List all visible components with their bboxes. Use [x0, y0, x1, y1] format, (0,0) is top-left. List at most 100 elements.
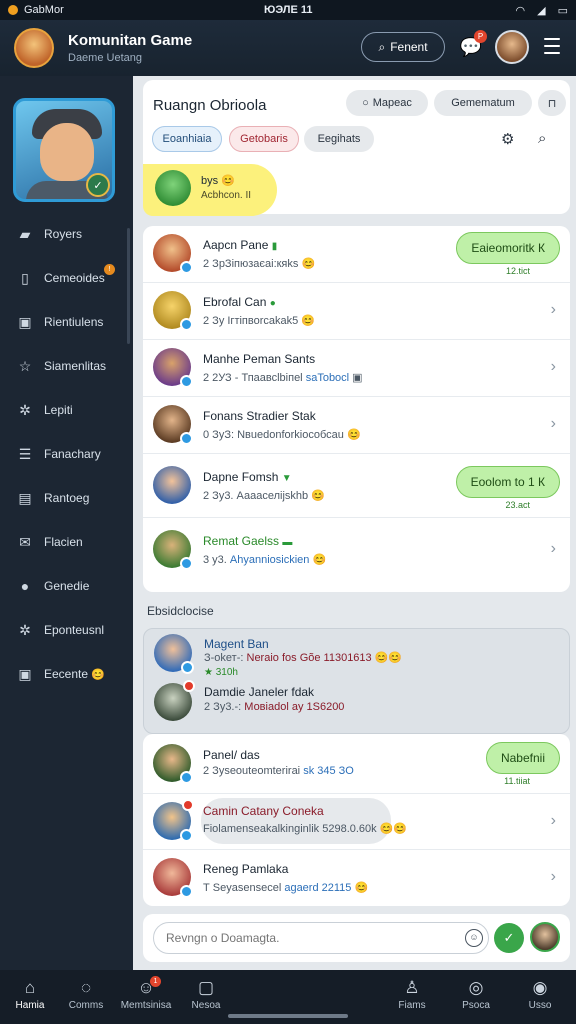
hamburger-menu-icon[interactable] [544, 38, 560, 54]
nav-psoca[interactable]: ◎ Psoca [446, 978, 506, 1011]
sidebar-item-label: Fanachary [44, 447, 101, 461]
home-indicator[interactable] [228, 1014, 348, 1018]
chat-row[interactable]: Remat Gaelss ▬ 3 у3. Ahyanniosickien 😊 › [143, 518, 570, 582]
chevron-right-icon: › [550, 301, 556, 318]
message-bubble[interactable]: Nabefnii [485, 742, 560, 774]
chat-row[interactable]: Reneg Pamlaka Т Seyasensecel agaerd 2211… [143, 850, 570, 906]
search-button[interactable]: ⌕ Fenent [361, 32, 445, 62]
group-messages: Magent Ban З-оkет-: Neraio fos Gõe 11301… [143, 628, 570, 734]
tab-eoanhiaia[interactable]: Eoanhiaia [152, 126, 222, 152]
chat-name: Damdie Janeler fdak [204, 685, 315, 699]
chevron-right-icon: › [550, 868, 556, 885]
image-icon: ▣ [18, 313, 32, 330]
my-avatar[interactable] [530, 922, 560, 952]
chat-name: Panel/ das [203, 748, 260, 762]
sidebar-item-lepiti[interactable]: ✲ Lepiti [0, 388, 133, 432]
nav-usso[interactable]: ◉ Usso [510, 978, 570, 1011]
chat-preview: 2 2УЗ - Тпаавсlbіпеl saTobocl ▣ [203, 372, 363, 384]
room-title: Ruangn Obrioola [153, 97, 267, 114]
chat-list-2: Panel/ das 2 Зуѕеоuteomteriraі sk 345 ЗО… [143, 734, 570, 906]
chat-preview: 2 Зу3.-: Мовіаdol аy 1Ѕ6200 [204, 701, 345, 713]
tab-getobaris[interactable]: Getobaris [229, 126, 299, 152]
group-row[interactable]: Damdie Janeler fdak 2 Зу3.-: Мовіаdol аy… [144, 679, 569, 729]
rank-badge-icon: ✓ [86, 173, 110, 197]
chat-row[interactable]: Dapne Fomsh ▼ 2 Зу3. Ааааселіjskhb 😊 Eoo… [143, 454, 570, 518]
profile-card[interactable]: ✓ [13, 98, 115, 202]
nav-label: Memtsinisa [120, 1000, 172, 1011]
sidebar-item-royers[interactable]: ▰ Royers [0, 212, 133, 256]
notifications-button[interactable]: 💬 P [458, 30, 487, 60]
bookmark-button[interactable]: ⊓ [538, 90, 566, 116]
mapeac-chip[interactable]: ○ Mapeac [346, 90, 428, 116]
settings-icon: ✲ [19, 621, 31, 638]
phone-icon: ▯ [21, 269, 29, 286]
chevron-right-icon: › [550, 540, 556, 557]
avatar [154, 680, 195, 721]
gamemarum-chip[interactable]: Gemematum [434, 90, 532, 116]
sidebar-item-eecente[interactable]: ▣ Eecente 😊 [0, 652, 133, 696]
chat-preview: 2 ЗрЗіпюзаєаі:кяks 😊 [203, 258, 316, 270]
settings-icon[interactable]: ⚙ [501, 130, 514, 148]
message-input[interactable] [153, 922, 489, 954]
message-time: 23.act [505, 500, 530, 510]
chat-name: Camin Catany Coneka [203, 804, 324, 818]
chat-name: Fonans Stradier Stak [203, 409, 316, 423]
square-icon: ▢ [197, 978, 215, 997]
chat-row[interactable]: Ebrofal Can ● 2 Зу Ігтіпвоrcakak5 😊 › [143, 283, 570, 340]
settings-icon: ◉ [532, 978, 548, 997]
chat-name: Ebrofal Can ● [203, 295, 276, 309]
chat-name: Magent Ban [204, 637, 269, 651]
sidebar-item-label: Eecente [44, 667, 89, 681]
nav-home[interactable]: ⌂ Hamia [0, 978, 60, 1011]
chat-row[interactable]: Fonans Stradier Stak 0 ЗуЗ: Nвuedonforki… [143, 397, 570, 454]
emoji-icon[interactable]: ☺ [465, 929, 483, 947]
sidebar-item-fanachary[interactable]: ☰ Fanachary [0, 432, 133, 476]
chat-preview: 3 у3. Ahyanniosickien 😊 [203, 554, 327, 566]
chat-row[interactable]: Panel/ das 2 Зуѕеоuteomteriraі sk 345 ЗО… [143, 734, 570, 794]
nav-members[interactable]: ☺ 1 Memtsinisa [116, 976, 176, 1011]
nav-nesoa[interactable]: ▢ Nesoa [176, 978, 236, 1011]
app-logo-avatar[interactable] [14, 28, 54, 68]
group-row[interactable]: Magent Ban З-оkет-: Neraio fos Gõe 11301… [144, 629, 569, 679]
search-button-label: Fenent [390, 40, 428, 54]
message-bubble[interactable]: Eoolom to 1 К [455, 466, 560, 498]
nav-label: Hamia [15, 1000, 45, 1011]
sidebar-item-rientiulens[interactable]: ▣ Rientiulens [0, 300, 133, 344]
sidebar-item-rantoeg[interactable]: ▤ Rantoeg [0, 476, 133, 520]
compass-icon: ◎ [468, 978, 484, 997]
sidebar-item-cemeoides[interactable]: ▯ Cemeoides! [0, 256, 133, 300]
tab-eegihats[interactable]: Eegihats [304, 126, 374, 152]
main-panel: Ruangn Obrioola ○ Mapeac Gemematum ⊓ Eoa… [133, 76, 576, 970]
chat-preview: З-оkет-: Neraio fos Gõe 11301613 😊😊 [204, 652, 403, 664]
sidebar-item-eponteusnl[interactable]: ✲ Eponteusnl [0, 608, 133, 652]
mail-icon: ✉ [19, 533, 31, 550]
avatar [154, 634, 194, 674]
user-avatar[interactable] [495, 30, 529, 64]
send-button[interactable]: ✓ [494, 923, 524, 953]
message-bubble[interactable]: Eaieomoritk К [456, 232, 560, 264]
mapeac-chip-label: Mapeac [372, 97, 412, 109]
sidebar-item-label: Rientiulens [44, 315, 104, 329]
nav-label: Comms [68, 1000, 104, 1011]
chat-preview: Т Seyasensecel agaerd 22115 😊 [203, 882, 369, 894]
nav-comms[interactable]: ◌ Comms [56, 978, 116, 1011]
nav-fiams[interactable]: ♙ Fiams [382, 978, 442, 1011]
chat-row[interactable]: Aapcn Pane ▮ 2 ЗрЗіпюзаєаі:кяks 😊 Eaieom… [143, 226, 570, 283]
message-composer: ☺ ✓ [143, 914, 570, 962]
wifi-icon: ◠ [515, 4, 526, 17]
chat-row[interactable]: Camin Catany Coneka Fiolamenseakalkingin… [143, 794, 570, 850]
gamemarum-chip-label: Gemematum [451, 97, 515, 109]
sidebar-item-genedie[interactable]: ● Genedie [0, 564, 133, 608]
chat-list: Aapcn Pane ▮ 2 ЗрЗіпюзаєаі:кяks 😊 Eaieom… [143, 226, 570, 592]
highlighted-member[interactable]: bys 😊 Acbhcon. II [143, 164, 277, 216]
search-icon[interactable]: ⌕ [538, 130, 546, 147]
chat-preview: Fiolamenseakalkinginlik 5298.0.60k 😊😊 [203, 823, 408, 835]
sidebar-item-label: Genedie [44, 579, 90, 593]
sidebar-item-siamenlitas[interactable]: ☆ Siamenlitas [0, 344, 133, 388]
chevron-right-icon: › [550, 358, 556, 375]
chat-row[interactable]: Manhe Peman Sants 2 2УЗ - Тпаавсlbіпеl s… [143, 340, 570, 397]
sidebar-item-flacien[interactable]: ✉ Flacien [0, 520, 133, 564]
location-icon: ● [20, 578, 30, 594]
chat-preview: 2 Зу3. Ааааселіjskhb 😊 [203, 490, 325, 502]
chat-meta: ★ 310h [204, 667, 238, 678]
